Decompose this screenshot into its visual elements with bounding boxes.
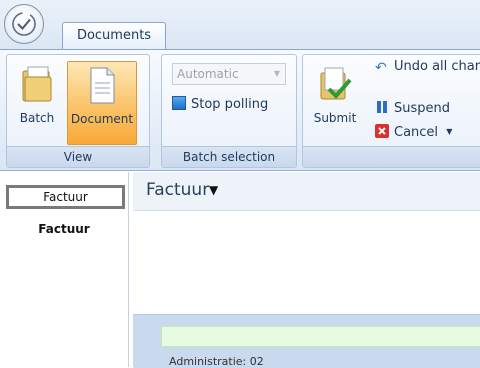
ribbon: Batch Document View Automatic ▼ Stop pol… xyxy=(0,49,480,171)
list-item-selected[interactable]: Factuur xyxy=(6,185,125,209)
title-dropdown-icon[interactable]: ▼ xyxy=(209,183,218,197)
submit-check-icon xyxy=(320,67,352,100)
batch-button[interactable]: Batch xyxy=(9,61,65,145)
suspend-button[interactable]: Suspend xyxy=(375,99,450,119)
list-heading: Factuur xyxy=(38,222,90,236)
polling-mode-select[interactable]: Automatic ▼ xyxy=(172,63,286,85)
ribbon-group-view: Batch Document View xyxy=(6,54,150,168)
group-label-view: View xyxy=(7,146,149,167)
document-icon xyxy=(90,67,115,104)
submit-button-label: Submit xyxy=(313,111,357,125)
group-label-batch-selection: Batch selection xyxy=(162,146,296,167)
ribbon-group-actions: Submit ↶ Undo all char Suspend Cancel ▼ xyxy=(302,54,480,168)
cancel-dropdown-arrow-icon: ▼ xyxy=(446,127,453,136)
submit-button[interactable]: Submit xyxy=(307,61,363,145)
tab-documents[interactable]: Documents xyxy=(62,22,166,50)
undo-all-changes-button[interactable]: ↶ Undo all char xyxy=(375,57,480,77)
stop-icon xyxy=(172,96,186,110)
administration-field: Administratie: 02 xyxy=(169,355,264,368)
batch-button-label: Batch xyxy=(19,111,55,125)
polling-mode-value: Automatic xyxy=(177,67,239,81)
title-bar: Documents xyxy=(0,0,480,50)
cancel-x-icon xyxy=(375,124,389,138)
form-panel: Administratie: 02 xyxy=(133,314,480,368)
suspend-label: Suspend xyxy=(394,101,451,116)
cancel-label: Cancel xyxy=(394,125,439,140)
document-button[interactable]: Document xyxy=(67,61,137,145)
document-title[interactable]: Factuur xyxy=(146,180,209,200)
application-menu-button[interactable] xyxy=(4,4,44,44)
status-bar-green xyxy=(161,326,480,347)
cancel-button[interactable]: Cancel ▼ xyxy=(375,122,452,142)
group-label-actions xyxy=(303,146,480,167)
stop-polling-label: Stop polling xyxy=(191,97,269,112)
document-view: Factuur ▼ Administratie: 02 xyxy=(133,172,480,368)
ribbon-group-batch-selection: Automatic ▼ Stop polling Batch selection xyxy=(161,54,297,168)
document-type-list: Factuur Factuur xyxy=(0,172,129,367)
checkmark-circle-icon xyxy=(12,12,36,36)
undo-label: Undo all char xyxy=(394,59,480,74)
undo-icon: ↶ xyxy=(375,60,387,76)
dropdown-arrow-icon: ▼ xyxy=(273,69,280,78)
document-button-label: Document xyxy=(70,112,134,126)
document-header: Factuur ▼ xyxy=(133,172,480,211)
stop-polling-button[interactable]: Stop polling xyxy=(172,95,268,115)
batch-folder-icon xyxy=(22,66,52,102)
pause-icon xyxy=(375,100,389,114)
